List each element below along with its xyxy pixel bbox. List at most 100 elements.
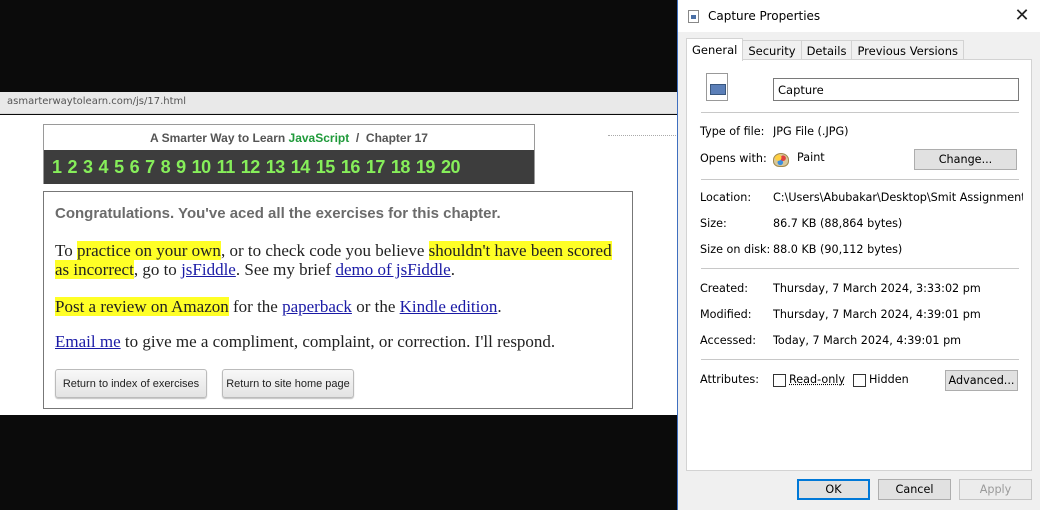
location-label: Location:: [700, 191, 752, 204]
text: or the: [351, 297, 400, 316]
advanced-button[interactable]: Advanced...: [945, 370, 1018, 391]
tab-security[interactable]: Security: [742, 40, 802, 61]
chapter-link-8[interactable]: 8: [161, 157, 171, 178]
dark-background-top: [0, 0, 680, 92]
kindle-link[interactable]: Kindle edition: [400, 297, 498, 316]
text: .: [450, 260, 455, 279]
chapter-link-10[interactable]: 10: [192, 157, 212, 178]
text: for the: [228, 297, 283, 316]
accessed-label: Accessed:: [700, 334, 757, 347]
divider: [701, 268, 1019, 269]
chapter-link-6[interactable]: 6: [130, 157, 140, 178]
jpg-file-icon: [706, 73, 728, 101]
size-disk-label: Size on disk:: [700, 243, 771, 256]
filename-input[interactable]: [773, 78, 1019, 101]
chapter-title: A Smarter Way to Learn JavaScript / Chap…: [44, 131, 534, 145]
change-button-label: Change...: [938, 153, 993, 166]
dotted-divider: [608, 135, 678, 136]
created-value: Thursday, 7 March 2024, 3:33:02 pm: [773, 282, 981, 295]
general-panel: Type of file: JPG File (.JPG) Opens with…: [686, 59, 1032, 471]
chapter-link-12[interactable]: 12: [241, 157, 261, 178]
opens-value: Paint: [797, 151, 825, 164]
created-label: Created:: [700, 282, 749, 295]
dialog-titlebar[interactable]: Capture Properties ✕: [678, 0, 1040, 32]
return-index-button[interactable]: Return to index of exercises: [55, 369, 207, 398]
chapter-link-7[interactable]: 7: [145, 157, 155, 178]
chapter-title-brand: JavaScript: [288, 131, 350, 145]
text: , go to: [133, 260, 182, 279]
chapter-link-13[interactable]: 13: [266, 157, 286, 178]
chapter-link-1[interactable]: 1: [52, 157, 62, 178]
divider: [701, 112, 1019, 113]
chapter-link-20[interactable]: 20: [441, 157, 461, 178]
paint-icon: [773, 153, 789, 167]
size-label: Size:: [700, 217, 727, 230]
attributes-label: Attributes:: [700, 373, 759, 386]
chapter-link-9[interactable]: 9: [176, 157, 186, 178]
paperback-link[interactable]: paperback: [282, 297, 352, 316]
properties-dialog: Capture Properties ✕ General Security De…: [677, 0, 1040, 510]
highlight-text: Post a review on Amazon: [55, 297, 229, 316]
chapter-link-18[interactable]: 18: [391, 157, 411, 178]
divider: [701, 359, 1019, 360]
type-value: JPG File (.JPG): [773, 125, 849, 138]
chapter-link-17[interactable]: 17: [366, 157, 386, 178]
text: to give me a compliment, complaint, or c…: [120, 332, 556, 351]
close-icon[interactable]: ✕: [1012, 5, 1032, 25]
text: To: [55, 241, 77, 260]
chapter-title-prefix: A Smarter Way to Learn: [150, 131, 289, 145]
modified-value: Thursday, 7 March 2024, 4:39:01 pm: [773, 308, 981, 321]
tab-details[interactable]: Details: [800, 40, 853, 61]
tab-general[interactable]: General: [686, 38, 744, 61]
chapter-header: A Smarter Way to Learn JavaScript / Chap…: [43, 124, 535, 184]
dark-background-bottom: [0, 415, 680, 510]
divider: [701, 179, 1019, 180]
chapter-link-5[interactable]: 5: [114, 157, 124, 178]
chapter-link-11[interactable]: 11: [217, 157, 236, 178]
chapter-link-14[interactable]: 14: [291, 157, 311, 178]
chapter-link-19[interactable]: 19: [416, 157, 436, 178]
highlight-text: practice on your own: [76, 241, 221, 260]
opens-label: Opens with:: [700, 152, 767, 165]
chapter-number-nav: 1 2 3 4 5 6 7 8 9 10 11 12 13 14 15 16 1…: [44, 150, 534, 184]
dialog-title: Capture Properties: [708, 9, 821, 23]
apply-button[interactable]: Apply: [959, 479, 1032, 500]
hidden-checkbox[interactable]: [853, 374, 866, 387]
jsfiddle-link[interactable]: jsFiddle: [181, 260, 236, 279]
tab-strip: General Security Details Previous Versio…: [686, 38, 964, 61]
chapter-link-3[interactable]: 3: [83, 157, 93, 178]
accessed-value: Today, 7 March 2024, 4:39:01 pm: [773, 334, 962, 347]
size-value: 86.7 KB (88,864 bytes): [773, 217, 903, 230]
change-button[interactable]: Change...: [914, 149, 1017, 170]
image-file-icon: [688, 10, 699, 23]
chapter-link-15[interactable]: 15: [316, 157, 336, 178]
email-link[interactable]: Email me: [55, 332, 121, 351]
address-bar[interactable]: asmarterwaytolearn.com/js/17.html: [0, 92, 680, 114]
jsfiddle-demo-link[interactable]: demo of jsFiddle: [335, 260, 450, 279]
chapter-link-16[interactable]: 16: [341, 157, 361, 178]
modified-label: Modified:: [700, 308, 752, 321]
chapter-link-4[interactable]: 4: [99, 157, 109, 178]
ok-button[interactable]: OK: [797, 479, 870, 500]
size-disk-value: 88.0 KB (90,112 bytes): [773, 243, 903, 256]
congrats-heading: Congratulations. You've aced all the exe…: [55, 205, 501, 222]
chapter-link-2[interactable]: 2: [68, 157, 78, 178]
text: .: [497, 297, 502, 316]
url-text[interactable]: asmarterwaytolearn.com/js/17.html: [7, 96, 186, 107]
readonly-label[interactable]: Read-only: [789, 373, 845, 386]
hidden-label[interactable]: Hidden: [869, 373, 909, 386]
email-paragraph: Email me to give me a compliment, compla…: [55, 332, 625, 351]
practice-paragraph: To practice on your own, or to check cod…: [55, 241, 625, 279]
congrats-panel: Congratulations. You've aced all the exe…: [43, 191, 633, 409]
web-page: A Smarter Way to Learn JavaScript / Chap…: [0, 115, 680, 415]
text: . See my brief: [235, 260, 336, 279]
return-home-button[interactable]: Return to site home page: [222, 369, 354, 398]
text: , or to check code you believe: [220, 241, 429, 260]
review-paragraph: Post a review on Amazon for the paperbac…: [55, 297, 625, 316]
cancel-button[interactable]: Cancel: [878, 479, 951, 500]
readonly-checkbox[interactable]: [773, 374, 786, 387]
tab-previous-versions[interactable]: Previous Versions: [851, 40, 964, 61]
advanced-button-label: Advanced...: [948, 374, 1015, 387]
location-value: C:\Users\Abubakar\Desktop\Smit Assignmen…: [773, 191, 1023, 204]
type-label: Type of file:: [700, 125, 765, 138]
